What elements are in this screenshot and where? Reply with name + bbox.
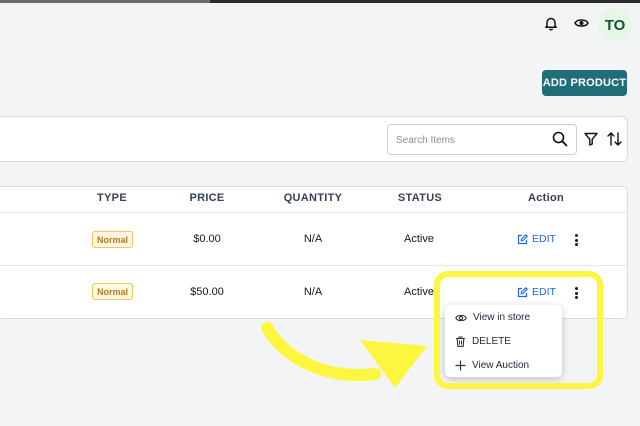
annotation-arrow-icon — [261, 322, 427, 388]
avatar[interactable]: TO — [598, 8, 632, 42]
column-header-price[interactable]: PRICE — [182, 192, 232, 204]
bell-icon[interactable] — [541, 13, 561, 33]
price-cell: $0.00 — [193, 233, 221, 245]
edit-icon — [517, 233, 528, 244]
app-header: TO — [0, 3, 640, 45]
price-cell: $50.00 — [190, 286, 224, 298]
search-icon[interactable] — [552, 131, 568, 152]
quantity-cell: N/A — [303, 233, 323, 245]
search-input[interactable] — [396, 131, 546, 149]
column-header-type[interactable]: TYPE — [92, 192, 132, 204]
more-options-icon[interactable] — [571, 232, 581, 248]
edit-button[interactable]: EDIT — [517, 233, 556, 245]
quantity-cell: N/A — [303, 286, 323, 298]
column-header-quantity[interactable]: QUANTITY — [278, 192, 348, 204]
search-box[interactable] — [387, 124, 577, 155]
eye-icon[interactable] — [571, 13, 591, 33]
type-badge: Normal — [92, 283, 134, 300]
status-cell: Active — [404, 233, 434, 245]
add-product-button[interactable]: ADD PRODUCT — [542, 70, 627, 96]
column-header-status[interactable]: STATUS — [392, 192, 448, 204]
column-header-action: Action — [527, 192, 565, 204]
filter-icon[interactable] — [583, 130, 599, 148]
row-divider — [0, 265, 628, 266]
type-badge: Normal — [92, 231, 134, 248]
header-divider — [0, 212, 628, 213]
sort-icon[interactable] — [606, 130, 622, 148]
highlight-annotation-box — [434, 271, 603, 389]
edit-label: EDIT — [532, 233, 556, 245]
